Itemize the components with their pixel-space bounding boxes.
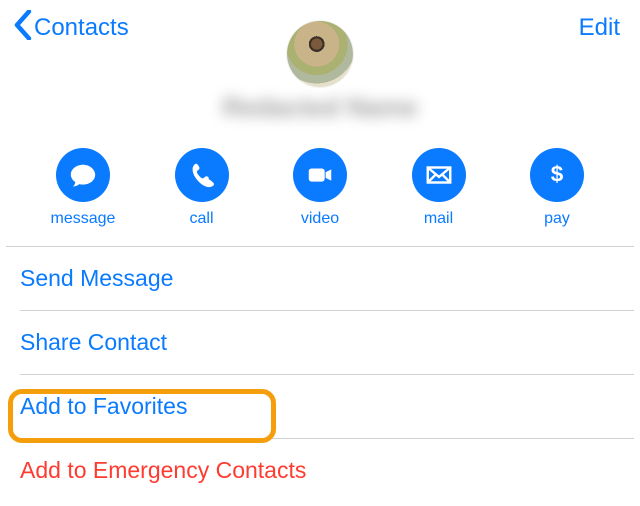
option-send-message[interactable]: Send Message	[0, 247, 640, 310]
mail-icon	[412, 148, 466, 202]
option-add-favorites[interactable]: Add to Favorites	[0, 375, 640, 438]
action-call[interactable]: call	[167, 148, 237, 228]
action-label: video	[301, 210, 339, 228]
video-icon	[293, 148, 347, 202]
message-icon	[56, 148, 110, 202]
svg-text:$: $	[551, 162, 564, 187]
chevron-left-icon	[14, 10, 32, 47]
action-message[interactable]: message	[48, 148, 118, 228]
options-list: Send Message Share Contact Add to Favori…	[0, 246, 640, 502]
edit-label: Edit	[579, 14, 620, 41]
avatar-wrap	[287, 21, 353, 87]
option-share-contact[interactable]: Share Contact	[0, 311, 640, 374]
quick-actions: message call video mail $ pay	[0, 148, 640, 228]
action-pay[interactable]: $ pay	[522, 148, 592, 228]
dollar-icon: $	[530, 148, 584, 202]
contact-name-wrap: Redacted Name	[222, 92, 417, 123]
action-mail[interactable]: mail	[404, 148, 474, 228]
action-video[interactable]: video	[285, 148, 355, 228]
avatar[interactable]	[287, 21, 353, 87]
action-label: message	[51, 210, 116, 228]
phone-icon	[175, 148, 229, 202]
action-label: call	[189, 210, 213, 228]
action-label: mail	[424, 210, 453, 228]
contact-name: Redacted Name	[222, 92, 417, 123]
action-label: pay	[544, 210, 570, 228]
option-add-emergency[interactable]: Add to Emergency Contacts	[0, 439, 640, 502]
back-button[interactable]: Contacts	[14, 10, 129, 47]
back-label: Contacts	[34, 14, 129, 42]
edit-button[interactable]: Edit	[579, 14, 626, 42]
